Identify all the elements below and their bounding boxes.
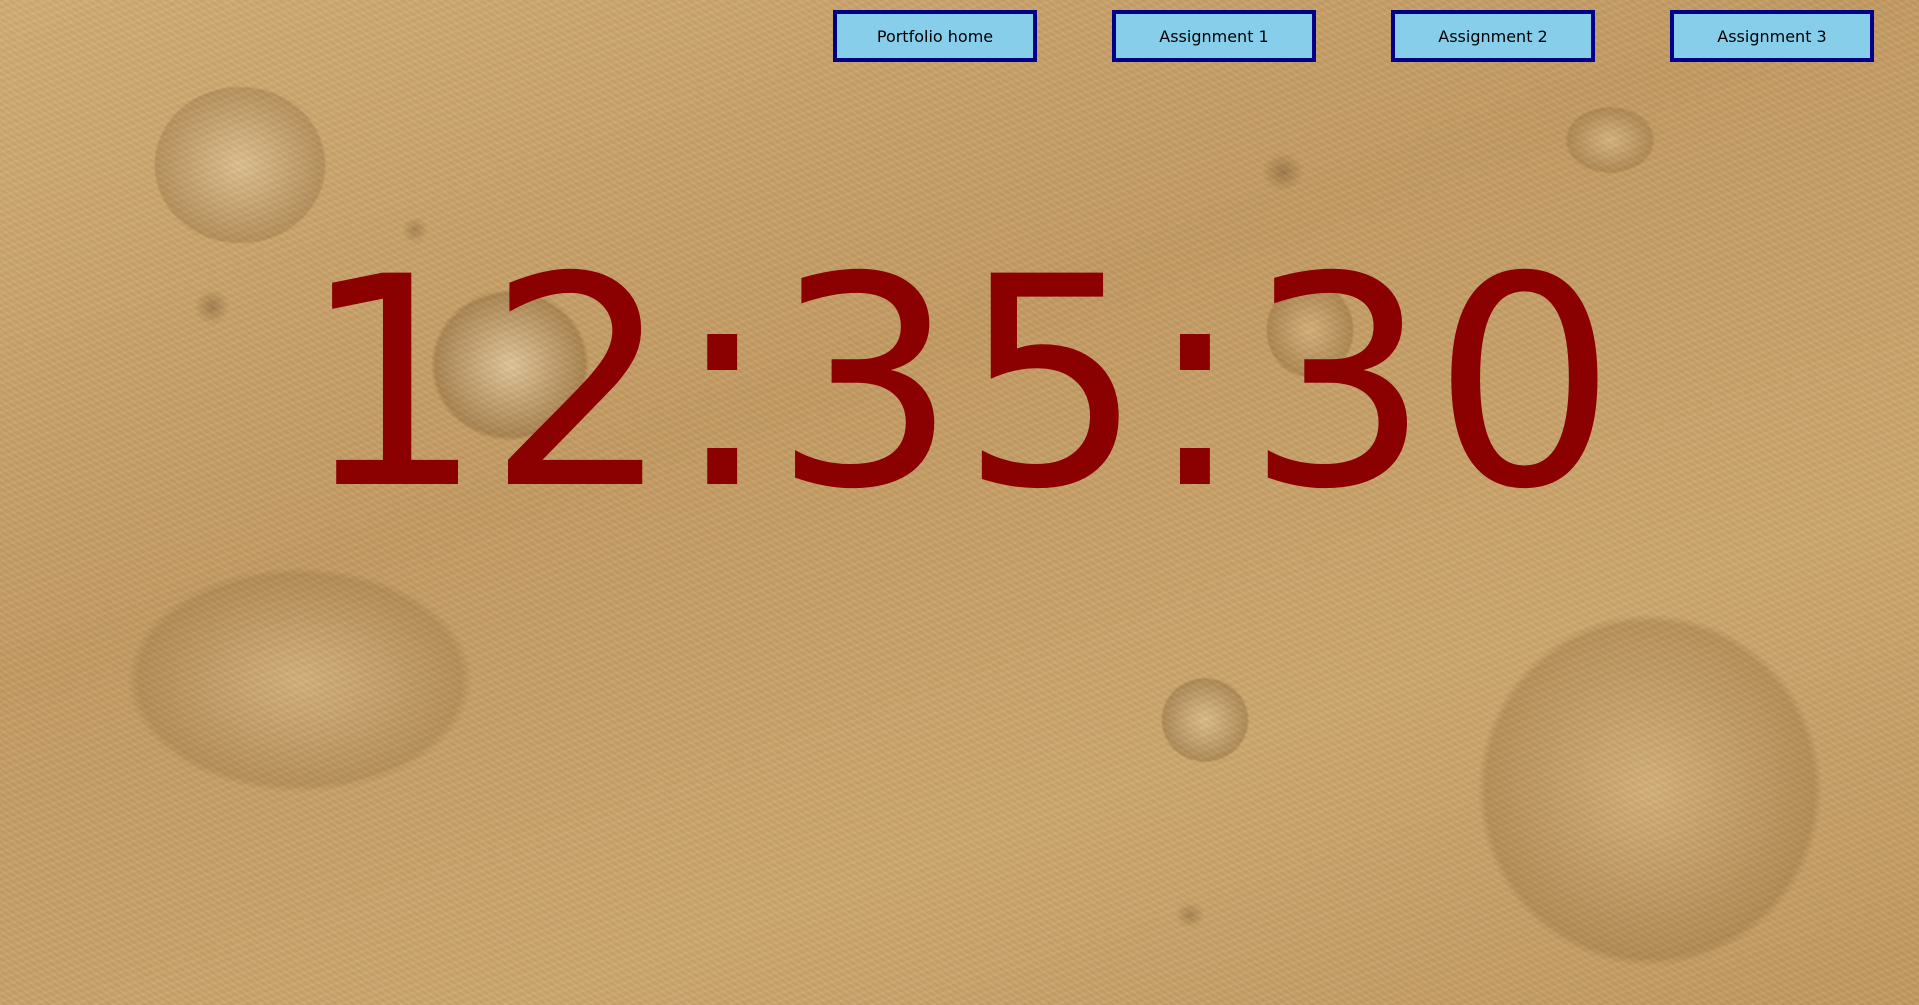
portfolio-home-button[interactable]: Portfolio home bbox=[833, 10, 1037, 62]
mars-background: { "nav": { "items": [ {"label": "Portfol… bbox=[0, 0, 1919, 1005]
assignment-1-button[interactable]: Assignment 1 bbox=[1112, 10, 1316, 62]
assignment-2-button[interactable]: Assignment 2 bbox=[1391, 10, 1595, 62]
top-navigation: Portfolio home Assignment 1 Assignment 2… bbox=[833, 10, 1874, 62]
digital-clock: 12:35:30 bbox=[300, 216, 1619, 553]
assignment-3-button[interactable]: Assignment 3 bbox=[1670, 10, 1874, 62]
